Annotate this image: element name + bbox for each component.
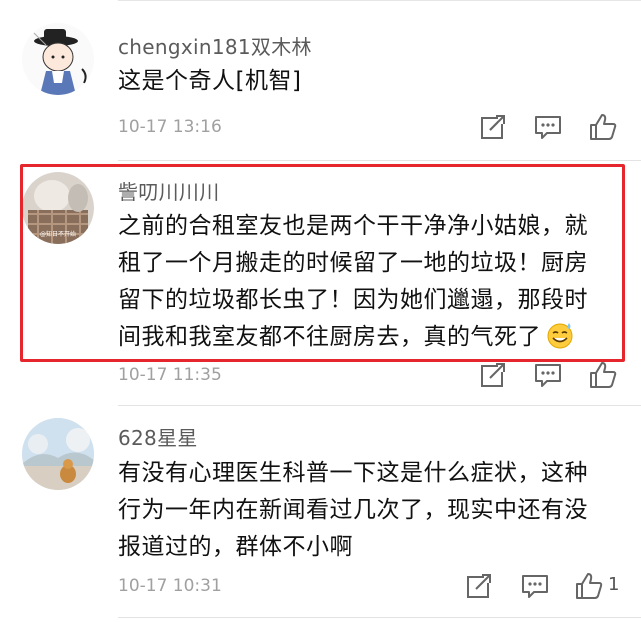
comment-timestamp: 10-17 11:35 — [118, 365, 222, 385]
comment-icon — [535, 116, 561, 139]
like-button[interactable] — [588, 112, 618, 142]
comment-text-line: 租了一个月搬走的时候留了一地的垃圾！厨房 — [118, 250, 588, 276]
thumbs-up-icon — [590, 114, 617, 140]
comment-username[interactable]: chengxin181双木林 — [118, 31, 312, 60]
comment-button[interactable] — [533, 112, 563, 142]
comment-text-segment: 间我和我室友都不往厨房去，真的气死了 — [118, 324, 541, 350]
comment-text-line: 这是个奇人[机智] — [118, 68, 302, 94]
like-count: 1 — [608, 574, 620, 595]
comment-button[interactable] — [520, 571, 550, 601]
share-icon — [481, 115, 506, 139]
comment-text-line: 之前的合租室友也是两个干干净净小姑娘，就 — [118, 213, 588, 239]
comment-icon — [535, 364, 561, 387]
divider — [118, 617, 641, 618]
comment-username[interactable]: 628星星 — [118, 422, 198, 451]
comment-text-line: 留下的垃圾都长虫了！因为她们邋遢，那段时 — [118, 287, 588, 313]
comment-text: 有没有心理医生科普一下这是什么症状，这种 行为一年内在新闻看过几次了，现实中还有… — [118, 455, 618, 566]
comment-username[interactable]: 訾叨川川川 — [118, 176, 220, 205]
avatar[interactable] — [22, 418, 94, 490]
share-button[interactable] — [478, 360, 508, 390]
avatar-photo: @知日不开始 — [22, 172, 94, 244]
like-button[interactable] — [588, 360, 618, 390]
avatar[interactable]: @知日不开始 — [22, 172, 94, 244]
comment-actions — [478, 112, 618, 142]
comment-feed: chengxin181双木林 这是个奇人[机智] 10-17 13:16 @知日… — [0, 0, 641, 622]
comment-timestamp: 10-17 13:16 — [118, 117, 222, 137]
divider — [118, 160, 641, 161]
comment-text: 之前的合租室友也是两个干干净净小姑娘，就 租了一个月搬走的时候留了一地的垃圾！厨… — [118, 208, 618, 356]
comment-text-line: 行为一年内在新闻看过几次了，现实中还有没 — [118, 497, 588, 523]
comment-button[interactable] — [533, 360, 563, 390]
avatar-photo — [22, 418, 94, 490]
avatar[interactable] — [22, 23, 94, 95]
divider — [118, 0, 641, 1]
avatar-watermark: @知日不开始 — [40, 230, 76, 238]
share-icon — [467, 574, 492, 598]
divider — [118, 405, 641, 406]
comment-text: 这是个奇人[机智] — [118, 63, 618, 100]
comment-text-line: 报道过的，群体不小啊 — [118, 534, 353, 560]
like-button[interactable] — [574, 571, 604, 601]
comment-text-line: 有没有心理医生科普一下这是什么症状，这种 — [118, 460, 588, 486]
avatar-illustration — [22, 23, 94, 95]
comment-timestamp: 10-17 10:31 — [118, 576, 222, 596]
sweat-smile-emoji — [545, 320, 575, 350]
comment-actions — [478, 360, 618, 390]
share-button[interactable] — [464, 571, 494, 601]
comment-actions — [467, 571, 618, 601]
comment-text-line-last: 间我和我室友都不往厨房去，真的气死了 — [118, 319, 618, 356]
comment-icon — [522, 575, 548, 598]
share-icon — [481, 363, 506, 387]
share-button[interactable] — [478, 112, 508, 142]
thumbs-up-icon — [576, 573, 603, 599]
thumbs-up-icon — [590, 362, 617, 388]
